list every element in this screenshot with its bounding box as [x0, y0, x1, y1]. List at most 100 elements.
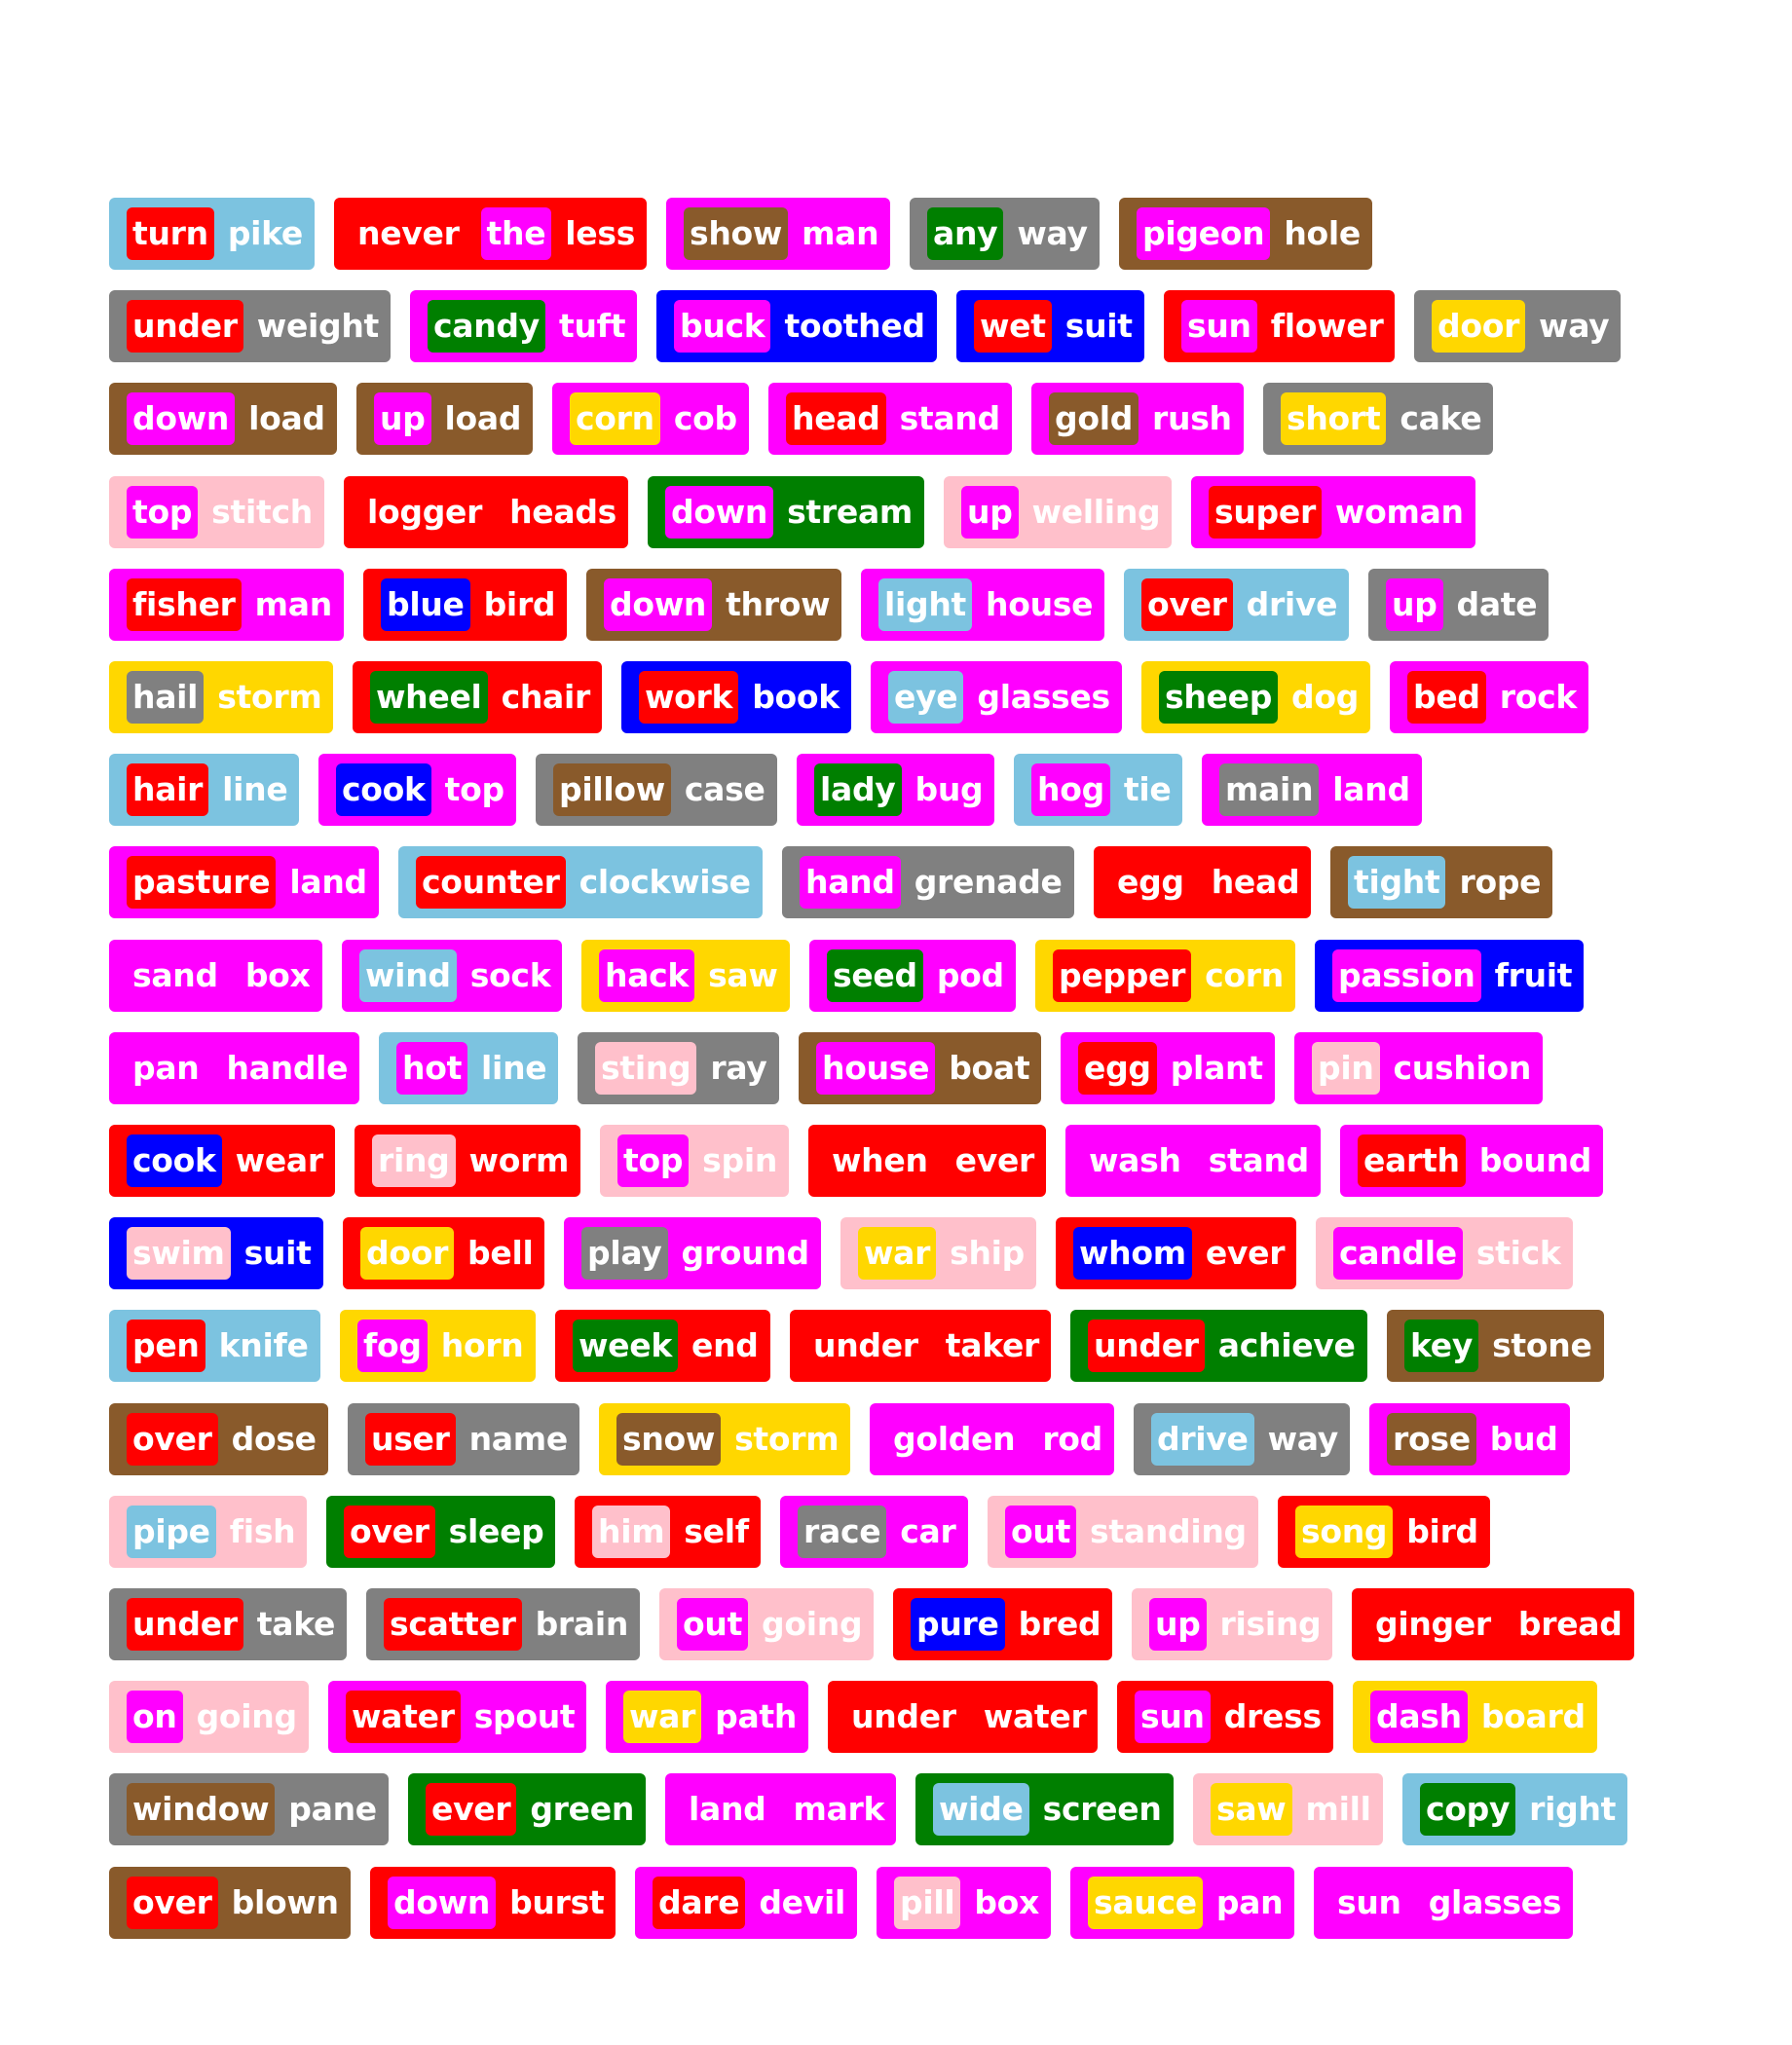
word-part: boat	[949, 1049, 1030, 1087]
word-part: grenade	[914, 863, 1063, 901]
word-part: hole	[1284, 214, 1361, 252]
word-tile: play ground	[564, 1217, 821, 1289]
word-tile: hair line	[109, 754, 300, 826]
word-tile: pan handle	[109, 1032, 360, 1104]
word-tile: tight rope	[1330, 846, 1553, 918]
word-tile: under take	[109, 1588, 348, 1660]
word-part: door	[1432, 300, 1526, 353]
word-part: up	[961, 486, 1019, 539]
word-part: fruit	[1494, 956, 1573, 994]
word-tile: head stand	[768, 383, 1012, 455]
word-part: logger	[367, 493, 483, 531]
word-tile: under weight	[109, 290, 392, 362]
word-tile: water spout	[328, 1681, 587, 1753]
word-part: sauce	[1088, 1877, 1203, 1929]
word-tile: week end	[555, 1310, 770, 1382]
word-part: weight	[256, 307, 380, 345]
word-part: pan	[132, 1049, 200, 1087]
word-tile: turn pike	[109, 198, 316, 270]
word-part: drive	[1151, 1413, 1254, 1466]
word-part: green	[530, 1790, 635, 1828]
word-tile: pin cushion	[1294, 1032, 1544, 1104]
word-tile: wet suit	[956, 290, 1144, 362]
word-part: end	[691, 1326, 759, 1364]
word-part: whom	[1073, 1227, 1192, 1280]
word-tile: copy right	[1402, 1773, 1628, 1845]
word-part: ring	[372, 1134, 456, 1187]
word-part: pan	[1215, 1883, 1284, 1921]
word-part: screen	[1042, 1790, 1162, 1828]
word-part: handle	[226, 1049, 349, 1087]
word-tile: saw mill	[1193, 1773, 1383, 1845]
word-tile: cook top	[318, 754, 516, 826]
word-tile: land mark	[665, 1773, 897, 1845]
word-part: key	[1404, 1320, 1479, 1372]
word-tile: sand box	[109, 940, 322, 1012]
word-tile: out going	[659, 1588, 875, 1660]
word-tile: golden rod	[870, 1403, 1114, 1475]
word-part: dose	[231, 1420, 317, 1458]
word-part: welling	[1031, 493, 1161, 531]
word-part: self	[684, 1512, 749, 1550]
word-part: over	[344, 1506, 435, 1558]
word-part: saw	[1211, 1783, 1292, 1836]
word-tile: wide screen	[915, 1773, 1174, 1845]
word-part: path	[715, 1697, 798, 1735]
word-part: light	[878, 578, 973, 631]
word-part: pen	[127, 1320, 205, 1372]
word-part: load	[444, 399, 522, 437]
word-part: hog	[1031, 763, 1110, 816]
word-tile: wind sock	[342, 940, 563, 1012]
word-tile: earth bound	[1340, 1125, 1604, 1197]
word-part: ever	[426, 1783, 517, 1836]
word-tile: sun dress	[1117, 1681, 1333, 1753]
word-tile: sheep dog	[1141, 661, 1371, 733]
word-part: corn	[570, 392, 660, 445]
word-part: egg	[1078, 1042, 1157, 1095]
word-part: cake	[1400, 399, 1482, 437]
word-part: sand	[132, 956, 218, 994]
word-part: mark	[793, 1790, 885, 1828]
word-tile: fisher man	[109, 569, 344, 641]
word-part: rose	[1387, 1413, 1476, 1466]
word-part: bird	[1406, 1512, 1478, 1550]
word-part: ever	[1205, 1234, 1286, 1272]
word-part: under	[1088, 1320, 1205, 1372]
word-tile: up date	[1368, 569, 1549, 641]
word-part: land	[689, 1790, 766, 1828]
word-part: house	[986, 585, 1094, 623]
word-tile: house boat	[799, 1032, 1042, 1104]
word-tile: wash stand	[1065, 1125, 1322, 1197]
word-tile: war ship	[840, 1217, 1037, 1289]
word-tile: pen knife	[109, 1310, 320, 1382]
word-part: on	[127, 1691, 183, 1743]
word-part: snow	[616, 1413, 722, 1466]
word-part: when	[832, 1141, 928, 1179]
word-part: way	[1017, 214, 1088, 252]
word-tile: wheel chair	[353, 661, 602, 733]
word-part: work	[639, 671, 739, 724]
word-part: throw	[726, 585, 831, 623]
word-part: way	[1539, 307, 1610, 345]
word-part: gold	[1049, 392, 1139, 445]
word-tile: never the less	[334, 198, 648, 270]
word-tile: under taker	[790, 1310, 1052, 1382]
word-part: pigeon	[1137, 207, 1271, 260]
word-tile: door way	[1414, 290, 1622, 362]
word-part: down	[665, 486, 774, 539]
word-part: over	[1141, 578, 1233, 631]
word-tile: under water	[828, 1681, 1099, 1753]
word-part: car	[900, 1512, 956, 1550]
word-part: stand	[1208, 1141, 1310, 1179]
word-part: pod	[936, 956, 1004, 994]
word-part: counter	[416, 856, 566, 909]
word-tile: on going	[109, 1681, 309, 1753]
word-part: pillow	[553, 763, 671, 816]
word-tile: up rising	[1132, 1588, 1333, 1660]
word-part: storm	[217, 678, 322, 716]
word-part: pill	[894, 1877, 961, 1929]
word-part: bound	[1478, 1141, 1592, 1179]
word-part: stand	[899, 399, 1001, 437]
word-part: short	[1281, 392, 1387, 445]
word-tile: drive way	[1134, 1403, 1350, 1475]
